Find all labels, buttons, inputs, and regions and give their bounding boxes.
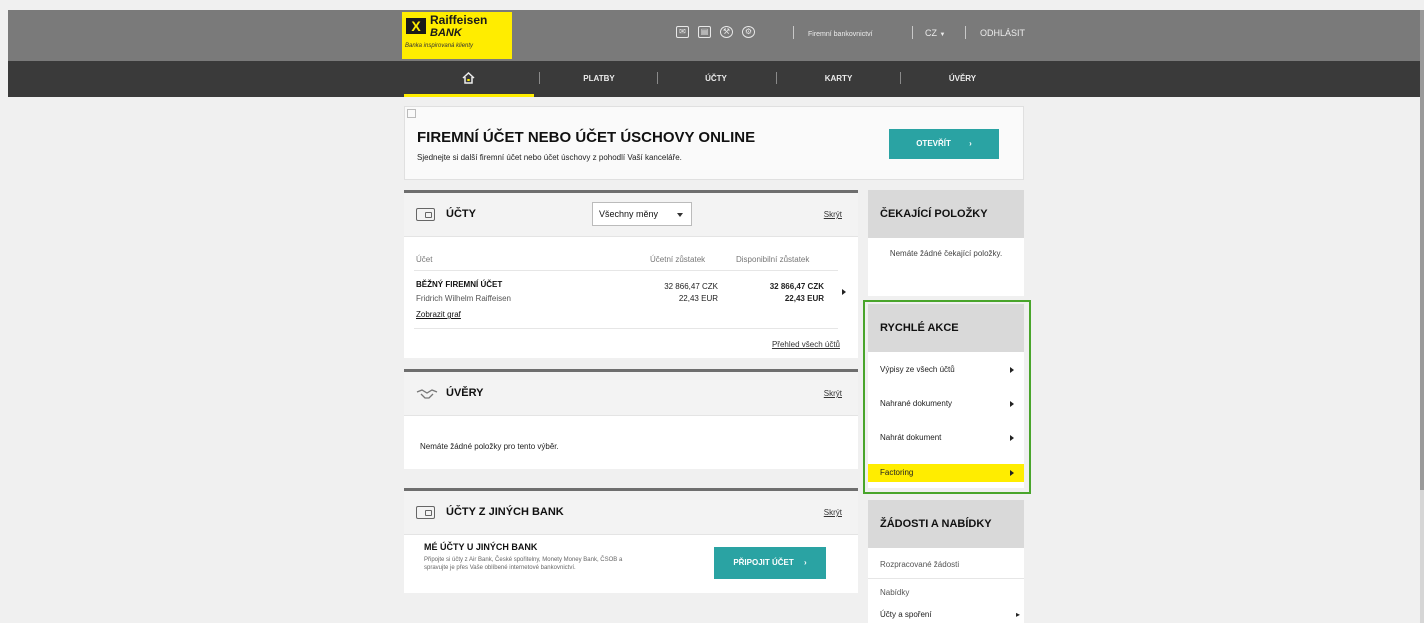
row-divider	[414, 328, 838, 329]
home-icon	[462, 72, 475, 84]
accounts-card: ÚČTY Všechny měny Skrýt Účet Účetní zůst…	[404, 190, 858, 358]
raiffeisen-logo[interactable]: X Raiffeisen BANK Banka inspirovaná klie…	[402, 12, 512, 59]
wallet-icon	[416, 506, 435, 519]
top-divider	[912, 26, 913, 39]
loans-title: ÚVĚRY	[446, 387, 484, 399]
top-icon-group: ✉ ▤ ⚒ ⚙	[676, 26, 755, 38]
pending-body: Nemáte žádné čekající položky.	[868, 238, 1024, 296]
service-label: Firemní bankovnictví	[808, 31, 873, 38]
balance-eur: 22,43 EUR	[678, 294, 718, 303]
account-owner: Fridrich Wilhelm Raiffeisen	[416, 294, 511, 303]
nav-divider	[657, 72, 658, 84]
broken-image-icon	[407, 109, 416, 118]
top-divider	[965, 26, 966, 39]
pending-empty-message: Nemáte žádné čekající položky.	[889, 249, 1003, 258]
open-account-button[interactable]: OTEVŘÍT ›	[889, 129, 999, 159]
chevron-right-icon: ›	[804, 558, 807, 567]
column-header-account: Účet	[416, 255, 433, 264]
logo-bank: BANK	[430, 27, 462, 39]
accounts-card-header: ÚČTY Všechny měny Skrýt	[404, 193, 858, 237]
nav-divider	[900, 72, 901, 84]
quick-actions-highlight-frame	[863, 300, 1031, 494]
column-header-available: Disponibilní zůstatek	[736, 255, 810, 264]
handshake-icon	[416, 389, 438, 399]
logo-tagline: Banka inspirovaná klienty	[405, 43, 474, 49]
nav-item-accounts[interactable]: ÚČTY	[662, 61, 770, 97]
show-graph-link[interactable]: Zobrazit graf	[416, 310, 461, 319]
promo-banner: FIREMNÍ ÚČET NEBO ÚČET ÚSCHOVY ONLINE Sj…	[404, 106, 1024, 180]
requests-title: ŽÁDOSTI A NABÍDKY	[868, 500, 1024, 548]
connect-account-button[interactable]: PŘIPOJIT ÚČET ›	[714, 547, 826, 579]
open-account-label: OTEVŘÍT	[916, 139, 951, 148]
other-banks-card: ÚČTY Z JINÝCH BANK Skrýt MÉ ÚČTY U JINÝC…	[404, 488, 858, 593]
logo-name: Raiffeisen	[430, 13, 488, 27]
column-header-balance: Účetní zůstatek	[650, 255, 706, 264]
available-eur: 22,43 EUR	[784, 294, 824, 303]
language-selector[interactable]: CZ ▼	[925, 28, 945, 38]
gear-icon[interactable]: ⚙	[742, 26, 755, 38]
loans-card-header: ÚVĚRY Skrýt	[404, 372, 858, 416]
requests-in-progress-link[interactable]: Rozpracované žádosti	[880, 560, 959, 569]
nav-divider	[539, 72, 540, 84]
row-divider	[868, 578, 1024, 579]
logo-cross-icon: X	[406, 18, 426, 34]
nav-item-loans[interactable]: ÚVĚRY	[905, 61, 1020, 97]
balance-czk: 32 866,47 CZK	[664, 282, 718, 291]
pending-items-panel: ČEKAJÍCÍ POLOŽKY Nemáte žádné čekající p…	[868, 190, 1024, 296]
other-banks-title: ÚČTY Z JINÝCH BANK	[446, 506, 564, 518]
currency-filter-select[interactable]: Všechny měny	[592, 202, 692, 226]
accounts-savings-link[interactable]: Účty a spoření ▸	[880, 610, 1020, 619]
other-banks-card-header: ÚČTY Z JINÝCH BANK Skrýt	[404, 491, 858, 535]
all-accounts-link[interactable]: Přehled všech účtů	[772, 340, 840, 349]
row-divider	[414, 270, 838, 271]
scrollbar-thumb[interactable]	[1420, 10, 1424, 490]
connect-account-label: PŘIPOJIT ÚČET	[733, 558, 794, 567]
other-banks-subtitle: MÉ ÚČTY U JINÝCH BANK	[424, 542, 538, 552]
chevron-right-icon: ▸	[1015, 610, 1020, 619]
language-value: CZ	[925, 28, 937, 38]
accounts-title: ÚČTY	[446, 208, 476, 220]
active-tab-indicator	[404, 94, 534, 97]
chevron-down-icon	[677, 213, 683, 217]
offers-link[interactable]: Nabídky	[880, 588, 909, 597]
wallet-icon	[416, 208, 435, 221]
document-icon[interactable]: ▤	[698, 26, 711, 38]
available-czk: 32 866,47 CZK	[769, 282, 824, 291]
hide-accounts-link[interactable]: Skrýt	[824, 210, 842, 219]
loans-card: ÚVĚRY Skrýt Nemáte žádné položky pro ten…	[404, 369, 858, 469]
account-name: BĚŽNÝ FIREMNÍ ÚČET	[416, 280, 503, 289]
nav-item-payments[interactable]: PLATBY	[544, 61, 654, 97]
row-expand-arrow-icon[interactable]	[842, 289, 846, 295]
requests-panel: ŽÁDOSTI A NABÍDKY Rozpracované žádosti N…	[868, 500, 1024, 623]
hide-other-banks-link[interactable]: Skrýt	[824, 508, 842, 517]
chevron-down-icon: ▼	[939, 32, 946, 38]
chevron-right-icon: ›	[969, 139, 972, 148]
pending-title: ČEKAJÍCÍ POLOŽKY	[868, 190, 1024, 238]
nav-item-cards[interactable]: KARTY	[781, 61, 896, 97]
nav-divider	[776, 72, 777, 84]
banner-title: FIREMNÍ ÚČET NEBO ÚČET ÚSCHOVY ONLINE	[417, 129, 756, 146]
loans-empty-message: Nemáte žádné položky pro tento výběr.	[420, 442, 559, 451]
accounts-savings-label: Účty a spoření	[880, 610, 932, 619]
hide-loans-link[interactable]: Skrýt	[824, 389, 842, 398]
envelope-icon[interactable]: ✉	[676, 26, 689, 38]
banner-subtitle: Sjednejte si další firemní účet nebo úče…	[417, 153, 682, 162]
currency-filter-value: Všechny měny	[599, 209, 659, 219]
requests-body: Rozpracované žádosti Nabídky Účty a spoř…	[868, 548, 1024, 623]
nav-home[interactable]	[404, 61, 534, 97]
top-divider	[793, 26, 794, 39]
logout-button[interactable]: ODHLÁSIT	[980, 28, 1025, 38]
other-banks-description: Připojte si účty z Air Bank, České spoři…	[424, 557, 623, 571]
settings-tools-icon[interactable]: ⚒	[720, 26, 733, 38]
